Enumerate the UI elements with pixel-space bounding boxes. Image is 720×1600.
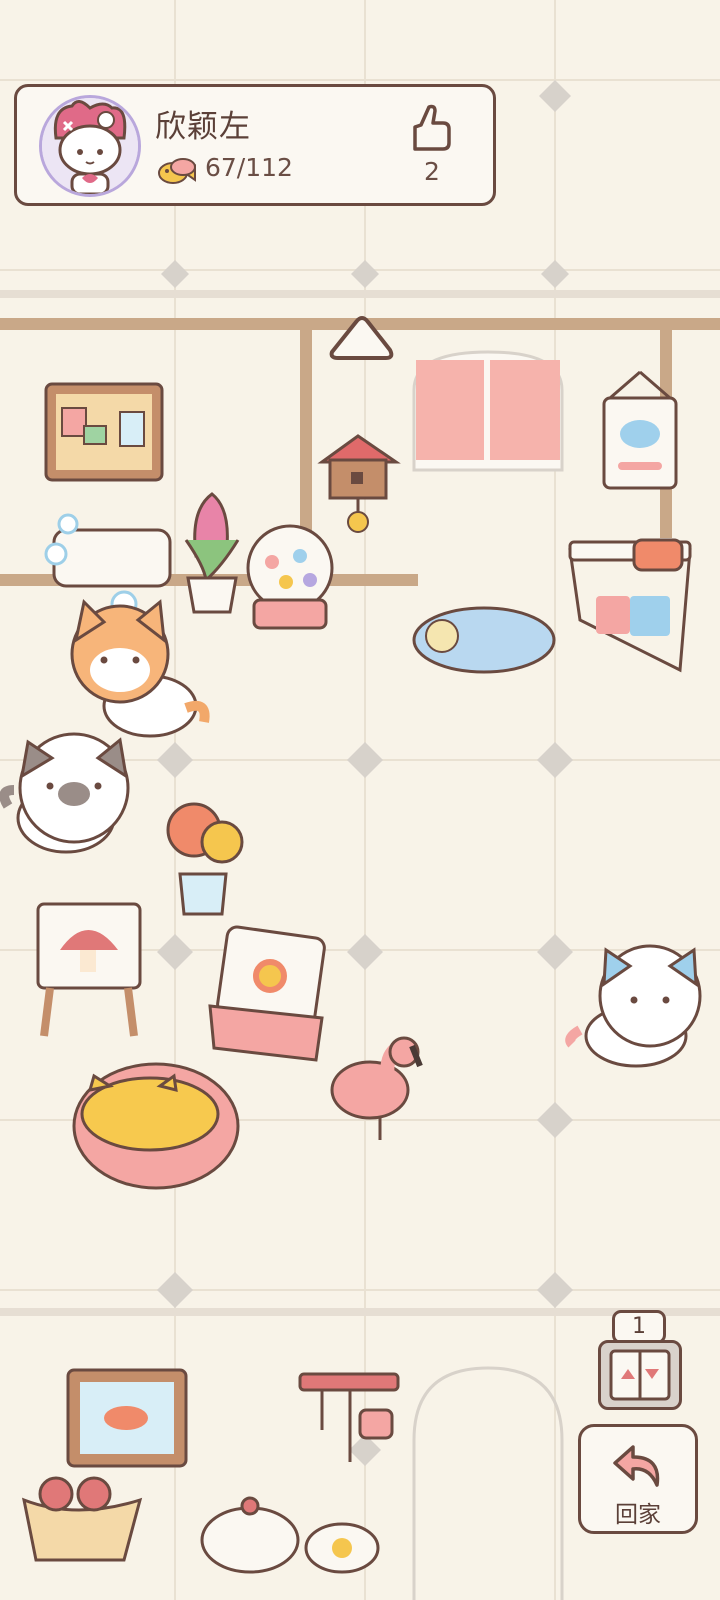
utensil-rack-icon <box>298 1372 400 1462</box>
like-count: 2 <box>424 157 440 186</box>
orange-cat-icon <box>70 598 210 738</box>
clothes-rack-icon <box>568 538 692 673</box>
gumball-machine-icon <box>246 524 334 630</box>
avatar[interactable] <box>39 95 141 197</box>
fish-count: 67/112 <box>205 153 293 182</box>
bathtub-icon <box>44 513 172 618</box>
home-button[interactable]: 回家 <box>578 1424 698 1534</box>
fruit-basket-icon <box>21 1476 143 1562</box>
potted-flower-icon <box>184 492 240 614</box>
player-card[interactable]: 欣颖左 67/112 2 <box>14 84 496 206</box>
fish-painting-icon <box>66 1368 188 1468</box>
doorway-icon <box>412 1366 564 1600</box>
hanging-scroll-icon <box>602 370 678 490</box>
home-button-label: 回家 <box>615 1502 661 1528</box>
siamese-cat-icon <box>0 732 130 854</box>
elevator-icon <box>609 1349 671 1401</box>
fish-currency-icon <box>158 158 196 184</box>
sleeping-cat-bed-icon <box>72 1062 240 1190</box>
thumbs-up-icon[interactable] <box>407 103 453 153</box>
curtain-door-icon <box>412 350 564 472</box>
player-name: 欣颖左 <box>155 109 251 145</box>
calico-cat-icon <box>565 944 702 1068</box>
birdhouse-icon <box>317 434 401 533</box>
sheep-rug-icon <box>412 606 556 674</box>
cork-board-icon <box>44 382 164 482</box>
cooking-pot-icon <box>200 1496 380 1574</box>
flower-easel-icon <box>208 925 326 1062</box>
flower-vase-icon <box>166 802 244 916</box>
avatar-portrait-icon <box>42 98 138 194</box>
floor-number-badge: 1 <box>612 1310 666 1344</box>
mushroom-easel-icon <box>36 902 142 1037</box>
flamingo-icon <box>330 1036 423 1140</box>
return-arrow-icon <box>613 1445 660 1487</box>
elevator-button[interactable] <box>598 1340 682 1410</box>
